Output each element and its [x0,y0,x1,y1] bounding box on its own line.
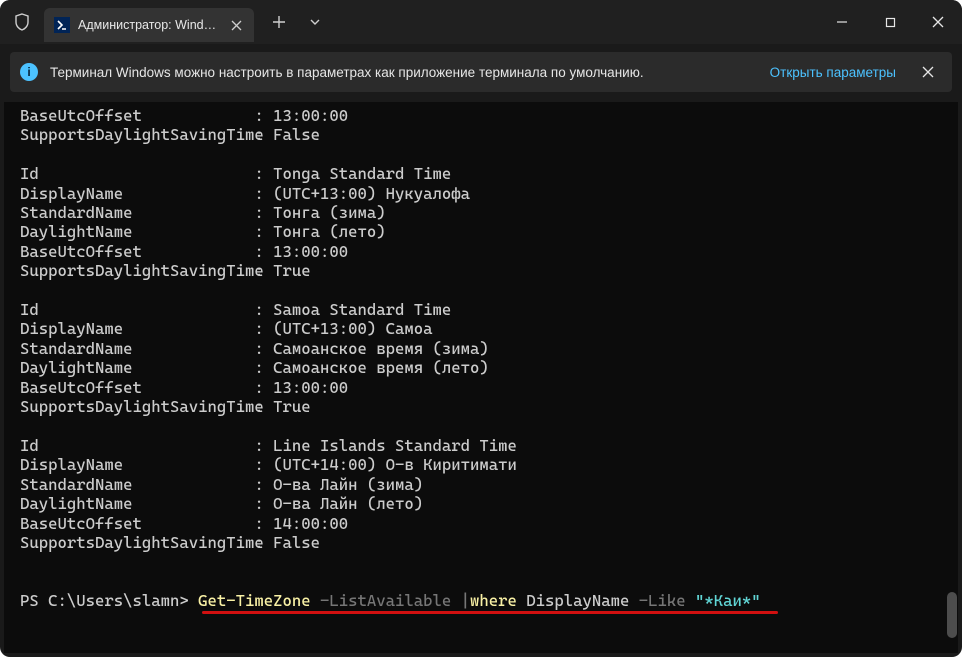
titlebar: Администратор: Windows Pc [0,0,962,44]
blank-line [20,417,942,436]
cmd-arg: -Like [639,591,686,610]
cmdlet: Get-TimeZone [198,591,311,610]
output-line: BaseUtcOffset: 13:00:00 [20,242,942,261]
tab-dropdown-button[interactable] [298,6,332,38]
shield-icon [0,13,44,31]
output-line: BaseUtcOffset: 13:00:00 [20,378,942,397]
scrollbar-vertical[interactable] [945,102,957,653]
output-line: DisplayName: (UTC+13:00) Самоа [20,319,942,338]
output-line: Id: Tonga Standard Time [20,164,942,183]
scrollbar-thumb[interactable] [947,592,957,638]
command-underline [202,611,778,614]
output-line: StandardName: Самоанское время (зима) [20,339,942,358]
output-line: StandardName: О-ва Лайн (зима) [20,475,942,494]
output-line: DisplayName: (UTC+14:00) О-в Киритимати [20,455,942,474]
output-line: Id: Samoa Standard Time [20,300,942,319]
cmd-arg: DisplayName [517,591,639,610]
output-line: DisplayName: (UTC+13:00) Нукуалофа [20,184,942,203]
output-line: SupportsDaylightSavingTime: True [20,261,942,280]
output-line: DaylightName: Самоанское время (лето) [20,358,942,377]
tab-active[interactable]: Администратор: Windows Pc [44,8,254,42]
blank-line [20,552,942,571]
close-button[interactable] [914,0,962,44]
pipe: | [461,591,470,610]
output-line: SupportsDaylightSavingTime: False [20,125,942,144]
new-tab-button[interactable] [262,6,296,38]
window-controls [818,0,962,44]
app-window: Администратор: Windows Pc [0,0,962,657]
prompt-prefix: PS C:\Users\slamn> [20,591,198,610]
tab-title: Администратор: Windows Pc [78,18,220,32]
minimize-button[interactable] [818,0,866,44]
maximize-button[interactable] [866,0,914,44]
tabbar-actions [262,6,332,38]
output-line: StandardName: Тонга (зима) [20,203,942,222]
cmd-string: "*Каи*" [686,591,761,610]
infobar-text: Терминал Windows можно настроить в парам… [50,65,754,80]
output-line: DaylightName: Тонга (лето) [20,222,942,241]
output-line: BaseUtcOffset: 13:00:00 [20,106,942,125]
info-icon: i [20,63,38,81]
output-line: Id: Line Islands Standard Time [20,436,942,455]
infobar: i Терминал Windows можно настроить в пар… [10,52,952,92]
prompt-line[interactable]: PS C:\Users\slamn> Get-TimeZone -ListAva… [20,591,942,610]
output-line: SupportsDaylightSavingTime: False [20,533,942,552]
output-line: BaseUtcOffset: 14:00:00 [20,514,942,533]
output-line: SupportsDaylightSavingTime: True [20,397,942,416]
tab-close-button[interactable] [228,17,244,33]
cmdlet: where [470,591,517,610]
infobar-close-button[interactable] [914,58,942,86]
infobar-link[interactable]: Открыть параметры [770,65,896,80]
blank-line [20,572,942,591]
blank-line [20,145,942,164]
output-line: DaylightName: О-ва Лайн (лето) [20,494,942,513]
terminal-output: BaseUtcOffset: 13:00:00SupportsDaylightS… [4,102,958,653]
cmd-arg: -ListAvailable [311,591,461,610]
blank-line [20,281,942,300]
terminal-area[interactable]: BaseUtcOffset: 13:00:00SupportsDaylightS… [4,102,958,653]
powershell-icon [54,17,70,33]
